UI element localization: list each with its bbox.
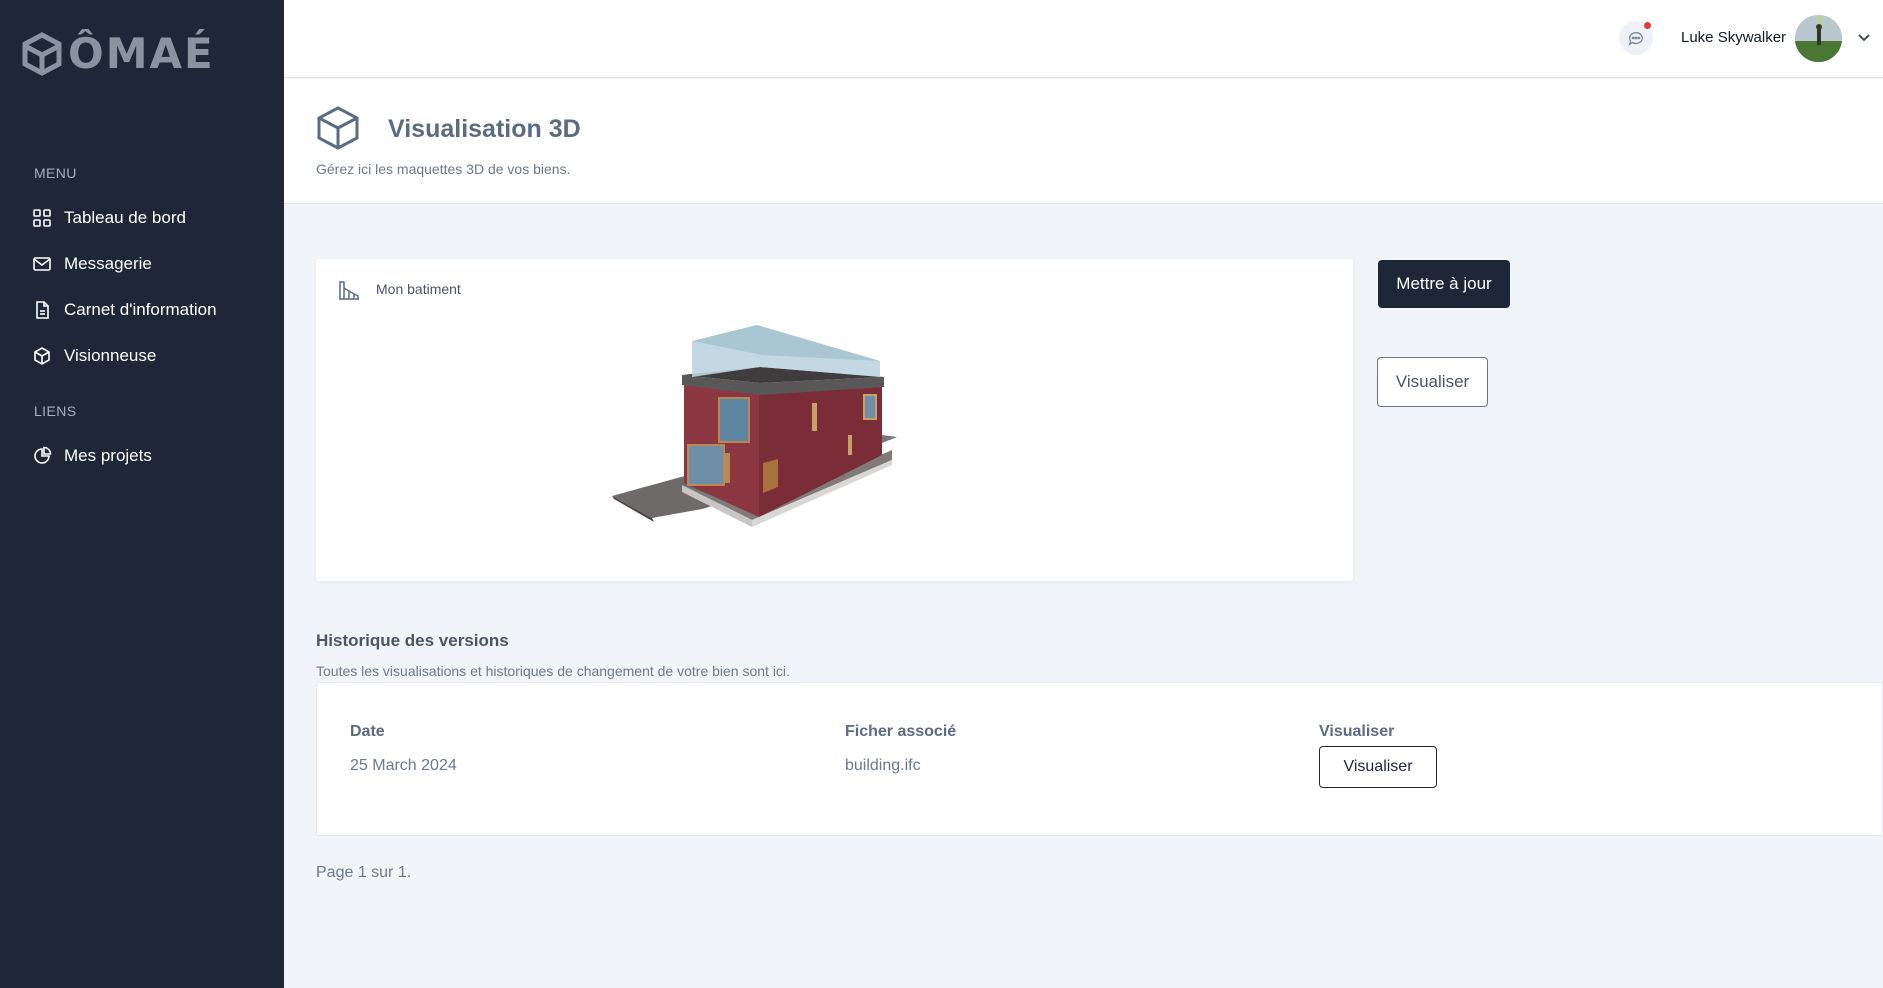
sidebar-item-dashboard[interactable]: Tableau de bord bbox=[32, 208, 186, 228]
viewer-label: Mon batiment bbox=[376, 281, 461, 297]
grid-icon bbox=[33, 209, 51, 227]
avatar[interactable] bbox=[1795, 15, 1842, 62]
links-heading: LIENS bbox=[34, 403, 77, 419]
page-title: Visualisation 3D bbox=[388, 115, 581, 143]
logo[interactable]: ÔMAÉ bbox=[22, 32, 215, 76]
update-button[interactable]: Mettre à jour bbox=[1378, 260, 1510, 308]
chevron-down-icon[interactable] bbox=[1857, 31, 1871, 45]
view-button[interactable]: Visualiser bbox=[1377, 357, 1488, 407]
cube-icon bbox=[34, 347, 50, 365]
column-header-view: Visualiser bbox=[1319, 723, 1395, 740]
avatar-photo bbox=[1795, 15, 1842, 62]
history-table: Date Ficher associé Visualiser 25 March … bbox=[316, 682, 1883, 836]
logo-text: ÔMAÉ bbox=[68, 29, 215, 78]
sidebar-item-label: Carnet d'information bbox=[64, 300, 217, 319]
cube-icon bbox=[317, 106, 359, 150]
sidebar-item-label: Mes projets bbox=[64, 446, 152, 465]
row-file[interactable]: building.ifc bbox=[845, 757, 921, 775]
column-header-date: Date bbox=[350, 723, 385, 740]
history-title: Historique des versions bbox=[316, 631, 509, 650]
page-header: Visualisation 3D Gérez ici les maquettes… bbox=[284, 79, 1883, 204]
page-subtitle: Gérez ici les maquettes 3D de vos biens. bbox=[316, 161, 571, 177]
menu-heading: MENU bbox=[34, 165, 77, 181]
row-view-button[interactable]: Visualiser bbox=[1319, 746, 1437, 788]
logo-hexagon-icon bbox=[22, 32, 62, 76]
messages-button[interactable] bbox=[1619, 21, 1653, 55]
sidebar-item-projects[interactable]: Mes projets bbox=[32, 446, 152, 466]
sidebar-item-messaging[interactable]: Messagerie bbox=[32, 254, 152, 274]
pie-chart-icon bbox=[34, 446, 52, 464]
pagination: Page 1 sur 1. bbox=[316, 864, 412, 881]
sidebar-item-label: Messagerie bbox=[64, 254, 152, 273]
viewer-card[interactable]: Mon batiment bbox=[316, 259, 1353, 581]
sidebar: ÔMAÉ MENU Tableau de bord Messagerie Car… bbox=[0, 0, 284, 988]
sidebar-item-info-book[interactable]: Carnet d'information bbox=[32, 300, 217, 320]
user-name[interactable]: Luke Skywalker bbox=[1681, 29, 1786, 46]
row-date: 25 March 2024 bbox=[350, 757, 457, 774]
sidebar-item-label: Tableau de bord bbox=[64, 208, 186, 227]
column-header-file: Ficher associé bbox=[845, 723, 957, 740]
history-subtitle: Toutes les visualisations et historiques… bbox=[316, 663, 790, 679]
building-icon bbox=[339, 281, 359, 300]
3d-building-model[interactable] bbox=[612, 325, 952, 565]
mail-icon bbox=[33, 257, 51, 271]
sidebar-item-label: Visionneuse bbox=[64, 346, 157, 365]
sidebar-item-viewer[interactable]: Visionneuse bbox=[32, 346, 156, 366]
chat-bubble-icon bbox=[1628, 32, 1643, 46]
notification-dot bbox=[1643, 21, 1652, 30]
document-icon bbox=[36, 301, 49, 319]
